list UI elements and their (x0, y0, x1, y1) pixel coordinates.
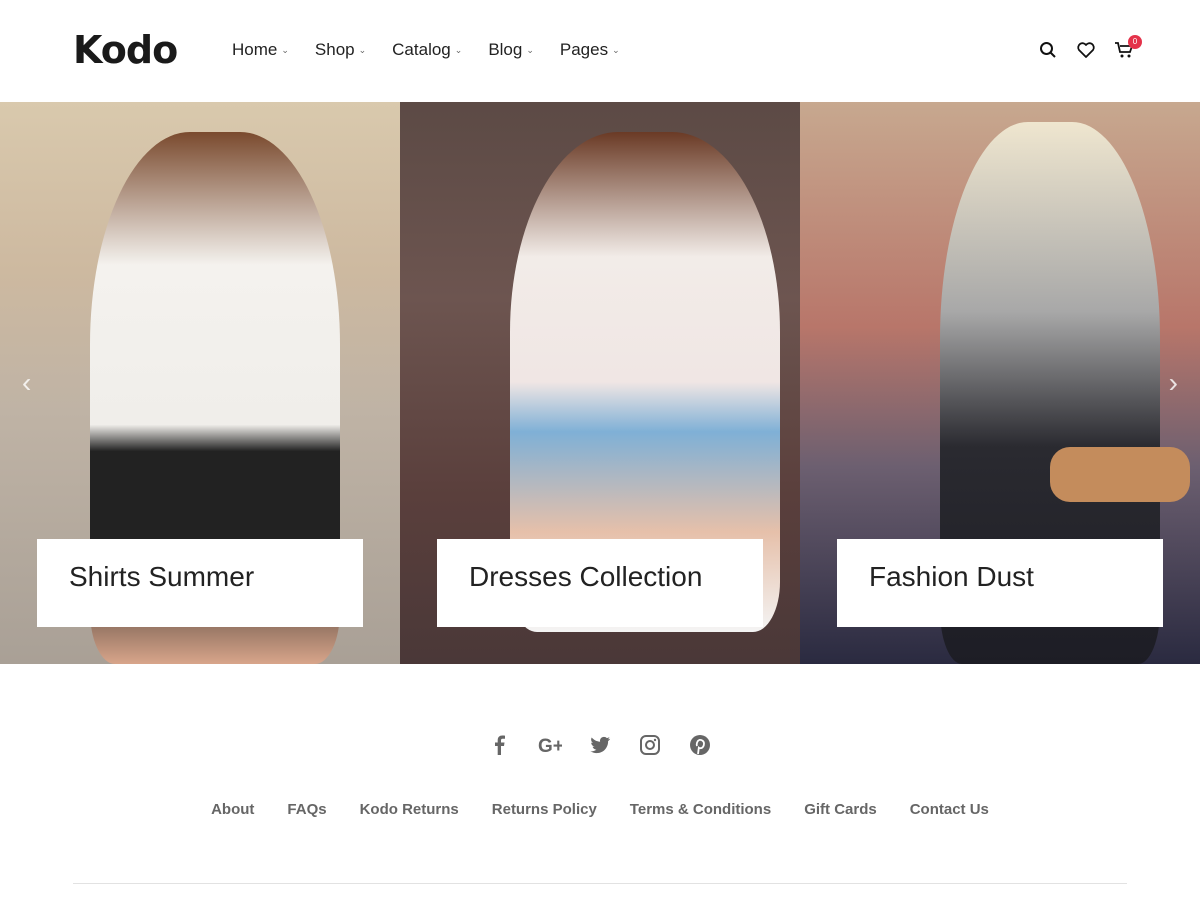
chevron-down-icon: ⌄ (526, 44, 534, 55)
nav-label: Blog (488, 40, 523, 59)
banner-dresses-collection[interactable]: Dresses Collection (400, 102, 800, 664)
nav-label: Catalog (392, 40, 451, 59)
footer-link-gift-cards[interactable]: Gift Cards (804, 801, 877, 818)
footer-link-about[interactable]: About (211, 801, 254, 818)
nav-blog[interactable]: Blog ⌄ (488, 40, 534, 60)
banner-label: Fashion Dust (837, 539, 1163, 627)
footer-divider (73, 883, 1127, 884)
twitter-icon[interactable] (588, 733, 612, 757)
pinterest-icon[interactable] (688, 733, 712, 757)
instagram-icon[interactable] (638, 733, 662, 757)
cart-count-badge: 0 (1128, 35, 1142, 49)
nav-pages[interactable]: Pages ⌄ (560, 40, 620, 60)
google-plus-icon[interactable]: G+ (538, 733, 562, 757)
main-nav: Home ⌄ Shop ⌄ Catalog ⌄ Blog ⌄ Pages ⌄ (232, 40, 646, 60)
chevron-down-icon: ⌄ (358, 44, 367, 55)
header: Kodo Home ⌄ Shop ⌄ Catalog ⌄ Blog ⌄ Pages ⌄ 0 (0, 0, 1200, 102)
slider-prev-icon[interactable]: ‹ (22, 367, 31, 399)
footer-link-faqs[interactable]: FAQs (287, 801, 326, 818)
slider-next-icon[interactable]: › (1169, 367, 1178, 399)
footer-link-kodo-returns[interactable]: Kodo Returns (360, 801, 459, 818)
search-icon[interactable] (1038, 40, 1058, 60)
chevron-down-icon: ⌄ (454, 44, 463, 55)
banner-label: Dresses Collection (437, 539, 763, 627)
banner-label: Shirts Summer (37, 539, 363, 627)
banner-shirts-summer[interactable]: ‹ Shirts Summer (0, 102, 400, 664)
header-icons: 0 (1038, 35, 1142, 60)
social-links: G+ (0, 733, 1200, 757)
facebook-icon[interactable] (488, 733, 512, 757)
cart-icon[interactable]: 0 (1114, 35, 1142, 60)
nav-catalog[interactable]: Catalog ⌄ (392, 40, 462, 60)
logo[interactable]: Kodo (73, 28, 178, 72)
heart-icon[interactable] (1076, 40, 1096, 60)
nav-label: Pages (559, 40, 609, 59)
chevron-down-icon: ⌄ (612, 44, 620, 55)
nav-label: Home (232, 40, 278, 59)
category-banners: ‹ Shirts Summer Dresses Collection › Fas… (0, 102, 1200, 664)
nav-label: Shop (314, 40, 355, 59)
chevron-down-icon: ⌄ (281, 44, 289, 55)
footer-links: About FAQs Kodo Returns Returns Policy T… (0, 801, 1200, 818)
nav-shop[interactable]: Shop ⌄ (315, 40, 366, 60)
svg-text:G+: G+ (538, 736, 562, 757)
motorcycle-seat (1050, 447, 1190, 502)
footer-link-contact[interactable]: Contact Us (910, 801, 989, 818)
nav-home[interactable]: Home ⌄ (232, 40, 289, 60)
banner-fashion-dust[interactable]: › Fashion Dust (800, 102, 1200, 664)
footer-link-terms[interactable]: Terms & Conditions (630, 801, 771, 818)
footer-link-returns-policy[interactable]: Returns Policy (492, 801, 597, 818)
